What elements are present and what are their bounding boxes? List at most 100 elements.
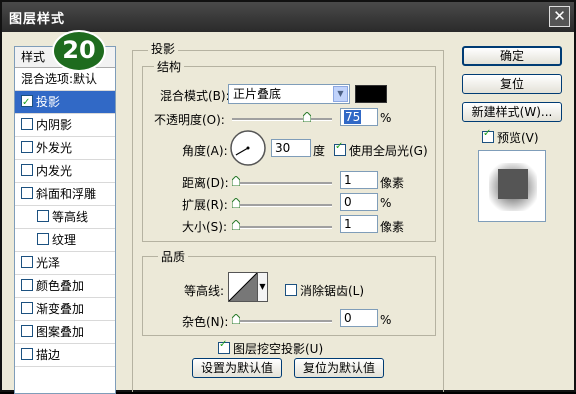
opacity-slider-track[interactable] xyxy=(232,118,332,121)
sidebar-item[interactable]: 颜色叠加 xyxy=(15,275,115,298)
spread-slider-thumb[interactable] xyxy=(232,198,240,208)
checkbox-icon[interactable] xyxy=(21,187,33,199)
structure-title: 结构 xyxy=(154,58,185,75)
ok-button[interactable]: 确定 xyxy=(462,46,562,66)
antialias-checkbox[interactable]: 消除锯齿(L) xyxy=(285,282,364,299)
contour-label: 等高线: xyxy=(184,284,225,298)
preview-square xyxy=(498,169,528,199)
angle-unit: 度 xyxy=(313,144,326,158)
spread-unit: % xyxy=(380,196,392,210)
sidebar-item-label: 混合选项:默认 xyxy=(21,72,98,86)
checkbox-icon xyxy=(218,339,230,354)
blend-mode-select[interactable]: 正片叠底 ▼ xyxy=(228,84,350,104)
angle-dial[interactable] xyxy=(229,129,267,167)
noise-slider-thumb[interactable] xyxy=(232,314,240,324)
sidebar-item-label: 描边 xyxy=(36,348,61,362)
distance-slider-thumb[interactable] xyxy=(232,176,240,186)
preview-checkbox[interactable]: 预览(V) xyxy=(482,128,539,146)
sidebar-item[interactable]: 光泽 xyxy=(15,252,115,275)
checkbox-icon[interactable] xyxy=(21,302,33,314)
sidebar-item-label: 图案叠加 xyxy=(36,325,85,339)
contour-dropdown[interactable]: ▼ xyxy=(258,272,268,302)
sidebar-item-label: 光泽 xyxy=(36,256,61,270)
checkbox-icon xyxy=(285,284,297,296)
angle-label: 角度(A): xyxy=(182,144,228,158)
noise-input[interactable]: 0 xyxy=(340,309,378,327)
checkbox-icon xyxy=(482,128,494,143)
opacity-label: 不透明度(O): xyxy=(154,113,225,127)
reset-button[interactable]: 复位 xyxy=(462,74,562,94)
close-icon: ✕ xyxy=(553,7,566,25)
distance-label: 距离(D): xyxy=(182,176,229,190)
sidebar-item[interactable]: 图案叠加 xyxy=(15,321,115,344)
blend-mode-value: 正片叠底 xyxy=(233,87,282,101)
spread-label: 扩展(R): xyxy=(182,198,228,212)
sidebar-item[interactable]: 内发光 xyxy=(15,160,115,183)
window-title: 图层样式 xyxy=(9,12,66,27)
checkbox-icon[interactable] xyxy=(21,141,33,153)
sidebar-item-label: 投影 xyxy=(36,95,61,109)
size-slider-track[interactable] xyxy=(232,226,332,229)
noise-slider-track[interactable] xyxy=(232,320,332,323)
sidebar-item[interactable]: 描边 xyxy=(15,344,115,367)
sidebar-item-label: 颜色叠加 xyxy=(36,279,85,293)
opacity-input[interactable]: 75 xyxy=(340,108,378,126)
new-style-button[interactable]: 新建样式(W)... xyxy=(462,102,562,122)
sidebar-item[interactable]: 混合选项:默认 xyxy=(15,68,115,91)
sidebar-item[interactable]: 渐变叠加 xyxy=(15,298,115,321)
style-preview xyxy=(478,150,546,222)
blend-mode-label: 混合模式(B): xyxy=(160,89,230,103)
checkbox-icon[interactable] xyxy=(21,256,33,268)
reset-default-button[interactable]: 复位为默认值 xyxy=(294,358,384,378)
contour-picker[interactable] xyxy=(228,272,258,302)
angle-input[interactable]: 30 xyxy=(271,139,311,157)
sidebar-item[interactable]: 投影 xyxy=(15,91,115,114)
shadow-color-swatch[interactable] xyxy=(355,85,387,103)
title-bar: 图层样式 ✕ xyxy=(2,2,574,32)
chevron-down-icon: ▼ xyxy=(333,86,348,102)
make-default-button[interactable]: 设置为默认值 xyxy=(192,358,282,378)
sidebar-item[interactable]: 外发光 xyxy=(15,137,115,160)
close-button[interactable]: ✕ xyxy=(549,6,570,27)
sidebar-item[interactable]: 纹理 xyxy=(15,229,115,252)
checkbox-icon[interactable] xyxy=(21,118,33,130)
distance-unit: 像素 xyxy=(380,176,405,190)
size-label: 大小(S): xyxy=(182,220,228,234)
quality-title: 品质 xyxy=(158,248,189,265)
drop-shadow-title: 投影 xyxy=(148,40,179,57)
sidebar-item-label: 等高线 xyxy=(52,210,89,224)
step-badge: 20 xyxy=(52,30,106,72)
layer-style-dialog: 图层样式 ✕ 样式 混合选项:默认投影内阴影外发光内发光斜面和浮雕等高线纹理光泽… xyxy=(0,0,576,394)
checkbox-icon[interactable] xyxy=(21,325,33,337)
sidebar-item[interactable]: 等高线 xyxy=(15,206,115,229)
spread-slider-track[interactable] xyxy=(232,204,332,207)
knockout-checkbox[interactable]: 图层挖空投影(U) xyxy=(218,339,323,357)
sidebar-item-label: 内阴影 xyxy=(36,118,73,132)
checkbox-icon[interactable] xyxy=(21,92,33,114)
opacity-unit: % xyxy=(380,111,392,125)
checkbox-icon[interactable] xyxy=(21,348,33,360)
noise-label: 杂色(N): xyxy=(182,315,229,329)
distance-input[interactable]: 1 xyxy=(340,171,378,189)
global-light-checkbox[interactable]: 使用全局光(G) xyxy=(334,141,428,159)
sidebar-item[interactable]: 斜面和浮雕 xyxy=(15,183,115,206)
sidebar-item-label: 斜面和浮雕 xyxy=(36,187,97,201)
distance-slider-track[interactable] xyxy=(232,182,332,185)
sidebar-item-label: 渐变叠加 xyxy=(36,302,85,316)
noise-unit: % xyxy=(380,313,392,327)
size-input[interactable]: 1 xyxy=(340,215,378,233)
checkbox-icon[interactable] xyxy=(37,210,49,222)
checkbox-icon[interactable] xyxy=(21,164,33,176)
checkbox-icon xyxy=(334,141,346,156)
opacity-slider-thumb[interactable] xyxy=(303,112,311,122)
size-unit: 像素 xyxy=(380,220,405,234)
size-slider-thumb[interactable] xyxy=(232,220,240,230)
spread-input[interactable]: 0 xyxy=(340,193,378,211)
checkbox-icon[interactable] xyxy=(21,279,33,291)
sidebar-item-label: 外发光 xyxy=(36,141,73,155)
sidebar-item[interactable]: 内阴影 xyxy=(15,114,115,137)
checkbox-icon[interactable] xyxy=(37,233,49,245)
styles-sidebar: 样式 混合选项:默认投影内阴影外发光内发光斜面和浮雕等高线纹理光泽颜色叠加渐变叠… xyxy=(14,46,116,394)
sidebar-item-label: 纹理 xyxy=(52,233,77,247)
chevron-down-icon: ▼ xyxy=(259,282,266,291)
